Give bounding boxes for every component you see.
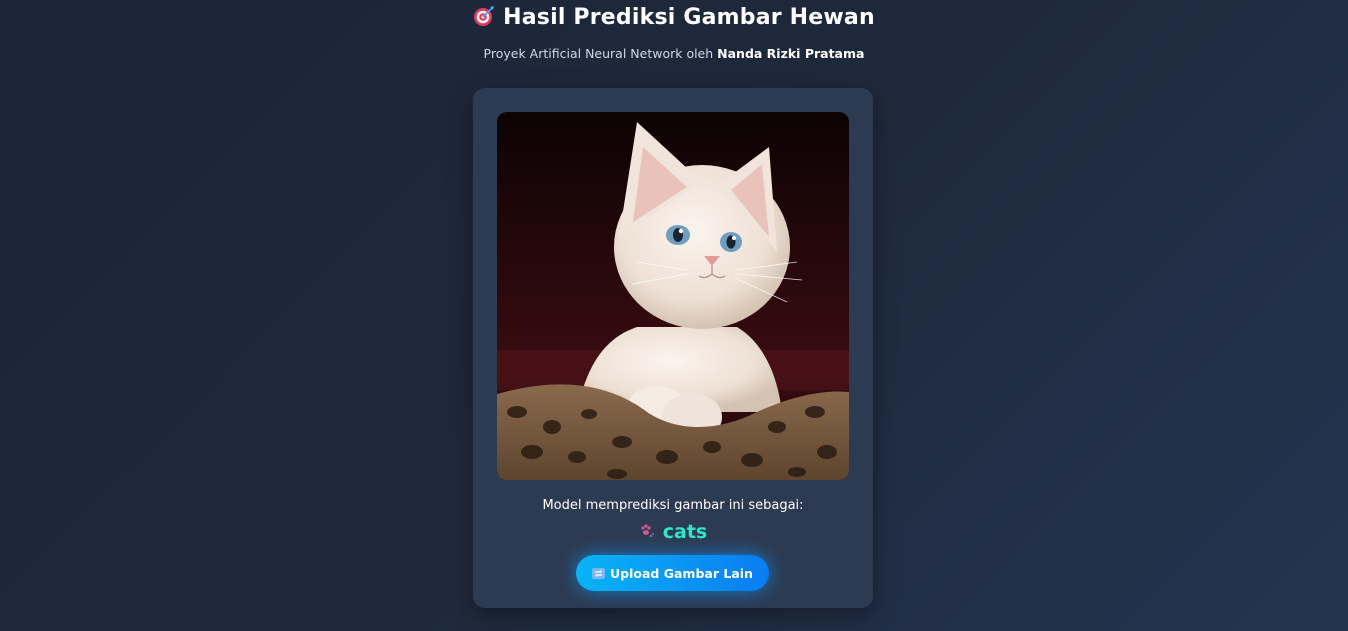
upload-another-button[interactable]: Upload Gambar Lain xyxy=(576,555,769,591)
repeat-icon xyxy=(592,567,606,579)
prediction-card: Model memprediksi gambar ini sebagai: ca… xyxy=(473,88,873,608)
author-name: Nanda Rizki Pratama xyxy=(717,46,865,61)
prediction-caption: Model memprediksi gambar ini sebagai: xyxy=(542,498,804,513)
prediction-label: cats xyxy=(662,521,708,543)
subtitle-prefix: Proyek Artificial Neural Network oleh xyxy=(483,46,718,61)
prediction-result: cats xyxy=(473,518,873,546)
page-subtitle: Proyek Artificial Neural Network oleh Na… xyxy=(0,45,1348,63)
uploaded-image xyxy=(497,112,849,480)
page-title-text: Hasil Prediksi Gambar Hewan xyxy=(503,5,875,30)
page-title: Hasil Prediksi Gambar Hewan xyxy=(0,3,1348,33)
dart-target-icon xyxy=(473,5,495,27)
paw-icon xyxy=(639,519,655,538)
upload-button-label: Upload Gambar Lain xyxy=(610,565,753,581)
